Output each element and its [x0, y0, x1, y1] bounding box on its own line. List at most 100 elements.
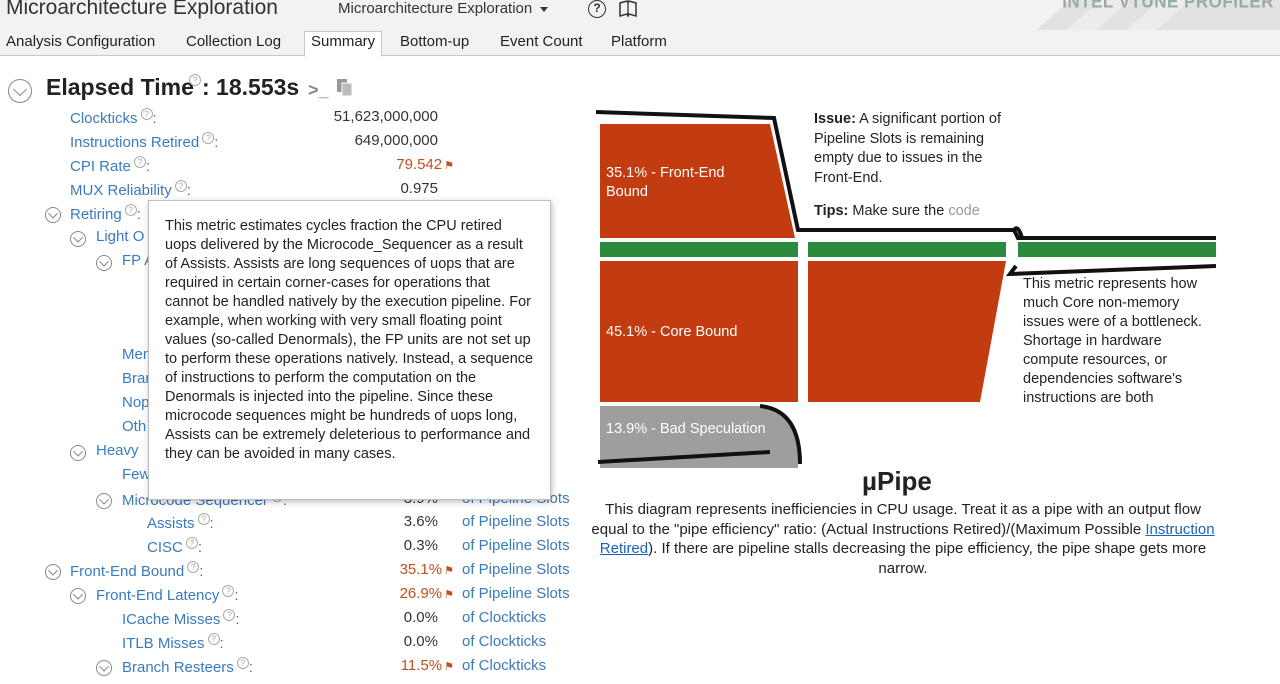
- expand-chevron-icon[interactable]: [96, 660, 112, 676]
- metric-unit: of Clockticks: [462, 609, 547, 626]
- book-icon[interactable]: [618, 0, 638, 18]
- question-icon[interactable]: ?: [202, 132, 215, 144]
- metric-row: Branch Resteers?: 11.5% ⚑ of Clockticks: [0, 657, 590, 679]
- tab-bar: Analysis Configuration Collection Log Su…: [0, 30, 1280, 57]
- metric-value: 0.3%: [403, 537, 438, 554]
- metric-value: 0.975: [400, 180, 438, 197]
- help-icon[interactable]: ?: [588, 0, 606, 18]
- question-icon[interactable]: ?: [189, 74, 201, 86]
- metric-value: 649,000,000: [354, 132, 438, 149]
- upipe-description: This diagram represents inefficiencies i…: [588, 500, 1218, 578]
- metric-row: CPI Rate?: 79.542 ⚑: [0, 156, 590, 178]
- core-bound-label: 45.1% - Core Bound: [606, 324, 737, 340]
- flag-icon: ⚑: [444, 160, 454, 172]
- expand-chevron-icon[interactable]: [70, 231, 86, 247]
- expand-chevron-icon[interactable]: [96, 493, 112, 509]
- tab-event-count[interactable]: Event Count: [494, 32, 589, 56]
- metric-name[interactable]: Branch Resteers?:: [122, 657, 253, 676]
- metric-value: 51,623,000,000: [333, 108, 438, 125]
- expand-chevron-icon[interactable]: [96, 255, 112, 271]
- metric-value: 79.542 ⚑: [396, 156, 454, 173]
- question-icon[interactable]: ?: [197, 513, 210, 525]
- question-icon[interactable]: ?: [174, 180, 187, 192]
- question-icon[interactable]: ?: [185, 537, 198, 549]
- metric-name[interactable]: ICache Misses?:: [122, 609, 240, 628]
- retiring-bar-1: [600, 242, 798, 257]
- metric-name[interactable]: CPI Rate?:: [70, 156, 150, 175]
- desc-part-1: This diagram represents inefficiencies i…: [591, 501, 1201, 538]
- metric-name[interactable]: Retiring?:: [70, 204, 141, 223]
- metric-row: ITLB Misses?: 0.0% of Clockticks: [0, 633, 590, 655]
- metric-name[interactable]: Instructions Retired?:: [70, 132, 218, 151]
- brand-text: INTEL VTUNE PROFILER: [1062, 0, 1274, 12]
- front-end-label-2: Bound: [606, 184, 648, 200]
- metric-row: Front-End Latency?: 26.9% ⚑ of Pipeline Slo…: [0, 585, 590, 607]
- desc-part-2: ). If there are pipeline stalls decreasi…: [648, 540, 1207, 577]
- bad-speculation-label: 13.9% - Bad Speculation: [606, 421, 766, 437]
- core-bound-description: This metric represents how much Core non…: [1023, 276, 1202, 406]
- metric-name[interactable]: Assists?:: [147, 513, 214, 532]
- metric-unit: of Clockticks: [462, 657, 547, 674]
- tips-body: Make sure the: [848, 203, 949, 219]
- elapsed-time-label: Elapsed Time: [46, 74, 194, 100]
- flag-icon: ⚑: [444, 661, 454, 673]
- expand-chevron-icon[interactable]: [45, 564, 61, 580]
- metric-name[interactable]: Nop: [122, 394, 150, 411]
- retiring-bar-2: [808, 242, 1006, 257]
- metric-unit: of Pipeline Slots: [462, 513, 570, 530]
- metric-name[interactable]: Heavy: [96, 442, 139, 459]
- metric-name[interactable]: Oth: [122, 418, 146, 435]
- metric-value: 0.0%: [403, 609, 438, 626]
- flag-icon: ⚑: [444, 589, 454, 601]
- tab-platform[interactable]: Platform: [605, 32, 673, 56]
- tab-summary[interactable]: Summary: [304, 31, 383, 57]
- retiring-bar-3: [1018, 242, 1216, 257]
- question-icon[interactable]: ?: [236, 657, 249, 669]
- metric-name[interactable]: Clockticks?:: [70, 108, 157, 127]
- app-title: Microarchitecture Exploration: [6, 0, 278, 19]
- question-icon[interactable]: ?: [207, 633, 220, 645]
- metric-row: MUX Reliability?: 0.975: [0, 180, 590, 202]
- view-select[interactable]: Microarchitecture Exploration: [338, 0, 549, 17]
- metric-name[interactable]: ITLB Misses?:: [122, 633, 224, 652]
- metric-name[interactable]: Front-End Bound?:: [70, 561, 203, 580]
- metric-row: Clockticks?: 51,623,000,000: [0, 108, 590, 130]
- question-icon[interactable]: ?: [187, 561, 200, 573]
- caret-down-icon: [540, 6, 549, 12]
- issue-text: Issue: A significant portion of Pipeline…: [814, 110, 1010, 188]
- collapse-chevron-icon[interactable]: [8, 79, 32, 103]
- tab-bottom-up[interactable]: Bottom-up: [394, 32, 475, 56]
- upipe-title: µPipe: [862, 466, 932, 496]
- front-end-label: 35.1% - Front-End: [606, 165, 724, 181]
- command-line-icon[interactable]: >_: [308, 80, 329, 101]
- expand-chevron-icon[interactable]: [70, 445, 86, 461]
- copy-icon[interactable]: [336, 78, 354, 98]
- metric-name[interactable]: CISC?:: [147, 537, 202, 556]
- elapsed-time-value: : 18.553s: [202, 74, 300, 100]
- metric-value: 3.6%: [403, 513, 438, 530]
- tips-fade: code: [948, 203, 980, 219]
- tab-analysis-configuration[interactable]: Analysis Configuration: [0, 32, 161, 56]
- metric-unit: of Pipeline Slots: [462, 537, 570, 554]
- flag-icon: ⚑: [444, 565, 454, 577]
- metric-name[interactable]: Light O: [96, 228, 144, 245]
- tooltip-text: This metric estimates cycles fraction th…: [165, 218, 534, 462]
- metric-row: Front-End Bound?: 35.1% ⚑ of Pipeline Slots: [0, 561, 590, 583]
- question-icon[interactable]: ?: [222, 585, 235, 597]
- view-select-label: Microarchitecture Exploration: [338, 0, 533, 17]
- question-icon[interactable]: ?: [124, 204, 137, 216]
- metric-value: 11.5% ⚑: [400, 657, 454, 674]
- question-icon[interactable]: ?: [223, 609, 236, 621]
- question-icon[interactable]: ?: [140, 108, 153, 120]
- metric-row: Assists?: 3.6% of Pipeline Slots: [0, 513, 590, 535]
- metric-row: Instructions Retired?: 649,000,000: [0, 132, 590, 154]
- metric-row: CISC?: 0.3% of Pipeline Slots: [0, 537, 590, 559]
- tips-text: Tips: Make sure the code: [814, 203, 994, 219]
- expand-chevron-icon[interactable]: [70, 588, 86, 604]
- expand-chevron-icon[interactable]: [45, 207, 61, 223]
- metric-name[interactable]: MUX Reliability?:: [70, 180, 191, 199]
- question-icon[interactable]: ?: [133, 156, 146, 168]
- metric-name[interactable]: Few: [122, 466, 150, 483]
- metric-name[interactable]: Front-End Latency?:: [96, 585, 239, 604]
- tab-collection-log[interactable]: Collection Log: [180, 32, 287, 56]
